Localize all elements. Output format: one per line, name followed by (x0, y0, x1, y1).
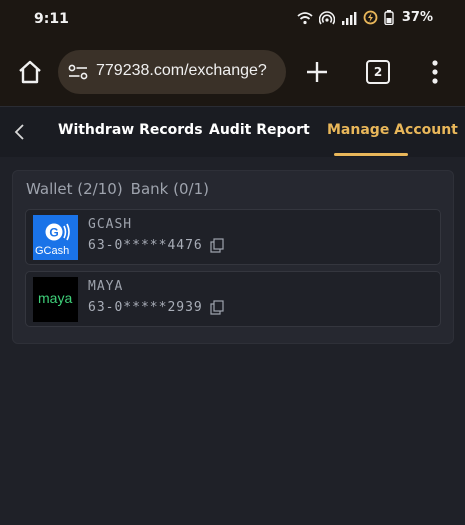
account-name: MAYA (88, 279, 124, 294)
wallet-count-label[interactable]: Wallet (2/10) (26, 180, 123, 198)
plus-icon (307, 62, 327, 82)
tab-switcher-button[interactable]: 2 (366, 60, 390, 84)
panel-header: Wallet (2/10) Bank (0/1) (26, 180, 217, 198)
status-time: 9:11 (34, 11, 69, 27)
bank-count-label[interactable]: Bank (0/1) (131, 180, 209, 198)
new-tab-button[interactable] (304, 59, 330, 85)
chevron-left-icon (14, 124, 24, 140)
tab-audit-report[interactable]: Audit Report (209, 122, 310, 138)
svg-text:G: G (49, 226, 58, 240)
tab-manage-account[interactable]: Manage Account (327, 122, 458, 138)
browser-toolbar: 779238.com/exchange? 2 (0, 46, 465, 98)
active-tab-indicator (334, 153, 408, 156)
site-settings-icon[interactable] (68, 64, 88, 80)
hotspot-icon (318, 10, 335, 24)
browser-chrome: 9:11 37% 779238.com/exchange? 2 (0, 0, 465, 106)
maya-logo: maya (33, 277, 78, 322)
accounts-panel: Wallet (2/10) Bank (0/1) G GCash GCASH 63… (12, 170, 454, 344)
account-card-maya[interactable]: maya MAYA 63-0*****2939 (25, 271, 441, 327)
battery-icon (384, 10, 394, 25)
gcash-logo: G GCash (33, 215, 78, 260)
account-name: GCASH (88, 217, 133, 232)
home-button[interactable] (16, 58, 44, 86)
copy-icon[interactable] (210, 300, 224, 315)
maya-logo-text: maya (38, 290, 73, 306)
status-bar: 9:11 37% (0, 0, 465, 36)
back-button[interactable] (12, 123, 28, 141)
gcash-logo-text: GCash (35, 245, 70, 257)
copy-icon[interactable] (210, 238, 224, 253)
page-nav: Withdraw Records Audit Report Manage Acc… (0, 106, 465, 157)
wifi-icon (297, 11, 313, 24)
data-saver-icon (363, 10, 378, 25)
account-card-gcash[interactable]: G GCash GCASH 63-0*****4476 (25, 209, 441, 265)
more-vert-icon (432, 60, 438, 84)
home-icon (19, 60, 41, 84)
url-bar[interactable]: 779238.com/exchange? (58, 50, 286, 94)
menu-button[interactable] (428, 58, 442, 86)
url-text: 779238.com/exchange? (96, 62, 267, 79)
account-number: 63-0*****4476 (88, 238, 203, 253)
status-icons: 37% (297, 10, 433, 25)
tab-withdraw-records[interactable]: Withdraw Records (58, 122, 203, 138)
signal-icon (341, 11, 357, 25)
battery-percent: 37% (401, 10, 433, 25)
account-number: 63-0*****2939 (88, 300, 203, 315)
